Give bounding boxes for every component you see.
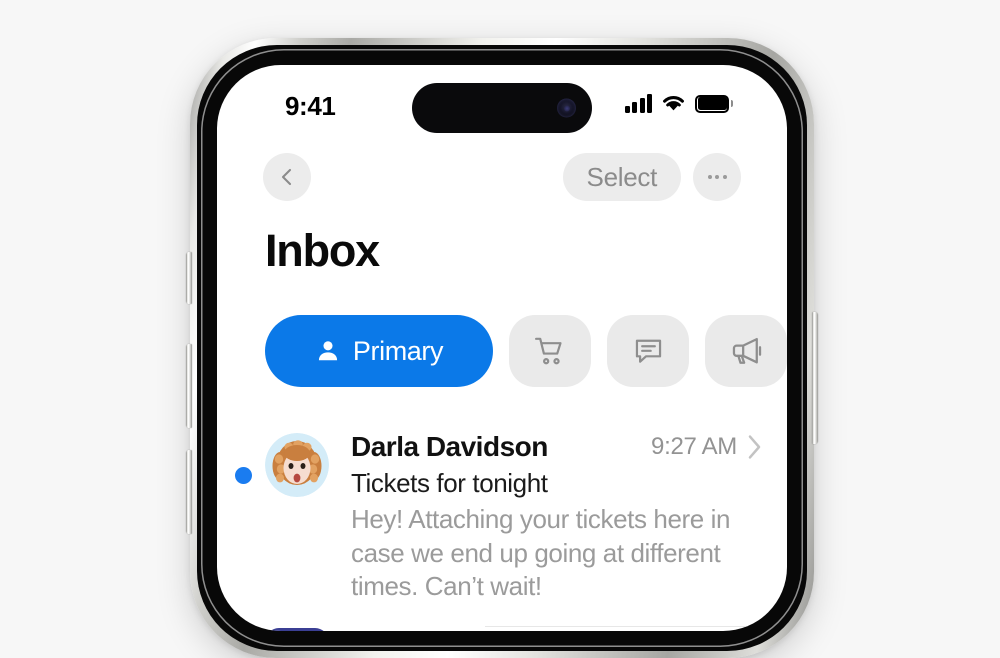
mail-item-header: Darla Davidson 9:27 AM — [351, 431, 763, 463]
mail-list: Darla Davidson 9:27 AM Tickets for tonig… — [217, 417, 787, 631]
united-airlines-logo-image — [265, 628, 329, 631]
mail-list-item[interactable]: Darla Davidson 9:27 AM Tickets for tonig… — [217, 417, 787, 612]
megaphone-icon — [729, 334, 763, 368]
volume-down-button[interactable] — [186, 450, 192, 534]
mail-item-content: United Airlines 9:10 AM Quick reminders … — [351, 626, 787, 631]
memoji-avatar — [265, 433, 329, 497]
mail-sender: Darla Davidson — [351, 431, 548, 463]
select-button[interactable]: Select — [563, 153, 681, 201]
chevron-left-icon — [277, 167, 297, 187]
phone-screen: 9:41 — [217, 65, 787, 631]
screenshot-stage: 9:41 — [0, 0, 1000, 600]
mail-time: 9:27 AM — [651, 433, 737, 461]
chat-bubble-icon — [632, 335, 665, 368]
mail-preview: Hey! Attaching your tickets here in case… — [351, 503, 763, 604]
person-icon — [315, 338, 341, 364]
mail-subject-text: Tickets for tonight — [351, 468, 548, 499]
tab-updates[interactable] — [607, 315, 689, 387]
status-bar-time: 9:41 — [285, 91, 335, 122]
page-title: Inbox — [265, 225, 379, 277]
back-button[interactable] — [263, 153, 311, 201]
tab-promotions[interactable] — [705, 315, 787, 387]
mail-item-meta: 9:10 AM — [641, 628, 763, 631]
mail-list-item[interactable]: United Airlines 9:10 AM Quick reminders … — [217, 612, 787, 631]
more-options-button[interactable] — [693, 153, 741, 201]
status-bar: 9:41 — [217, 65, 787, 141]
navigation-bar: Select — [217, 147, 787, 213]
mail-subject: Tickets for tonight — [351, 468, 763, 499]
memoji-avatar-image — [265, 433, 329, 497]
united-airlines-logo — [265, 628, 329, 631]
chevron-right-icon[interactable] — [746, 434, 763, 460]
tab-primary-label: Primary — [353, 336, 443, 367]
shopping-cart-icon — [533, 334, 567, 368]
mail-item-meta: 9:27 AM — [641, 433, 763, 461]
ellipsis-icon — [708, 175, 727, 179]
tab-primary[interactable]: Primary — [265, 315, 493, 387]
tab-transactions[interactable] — [509, 315, 591, 387]
chevron-right-icon[interactable] — [746, 629, 763, 631]
front-camera-icon — [557, 99, 576, 118]
cellular-bars-icon — [625, 94, 653, 113]
wifi-icon — [661, 94, 686, 113]
status-bar-icons — [625, 94, 730, 113]
mail-list-divider — [485, 626, 787, 628]
unread-indicator-dot — [235, 467, 252, 484]
select-button-label: Select — [587, 162, 657, 193]
battery-full-icon — [695, 95, 729, 113]
mail-time: 9:10 AM — [651, 628, 737, 631]
device-bezel: 9:41 — [197, 45, 807, 651]
iphone-device-frame: 9:41 — [190, 38, 814, 658]
filter-tabs: Primary — [265, 315, 787, 387]
dynamic-island[interactable] — [412, 83, 592, 133]
volume-up-button[interactable] — [186, 344, 192, 428]
mail-item-content: Darla Davidson 9:27 AM Tickets for tonig… — [351, 431, 787, 604]
action-button[interactable] — [186, 252, 192, 304]
power-button[interactable] — [812, 312, 818, 444]
